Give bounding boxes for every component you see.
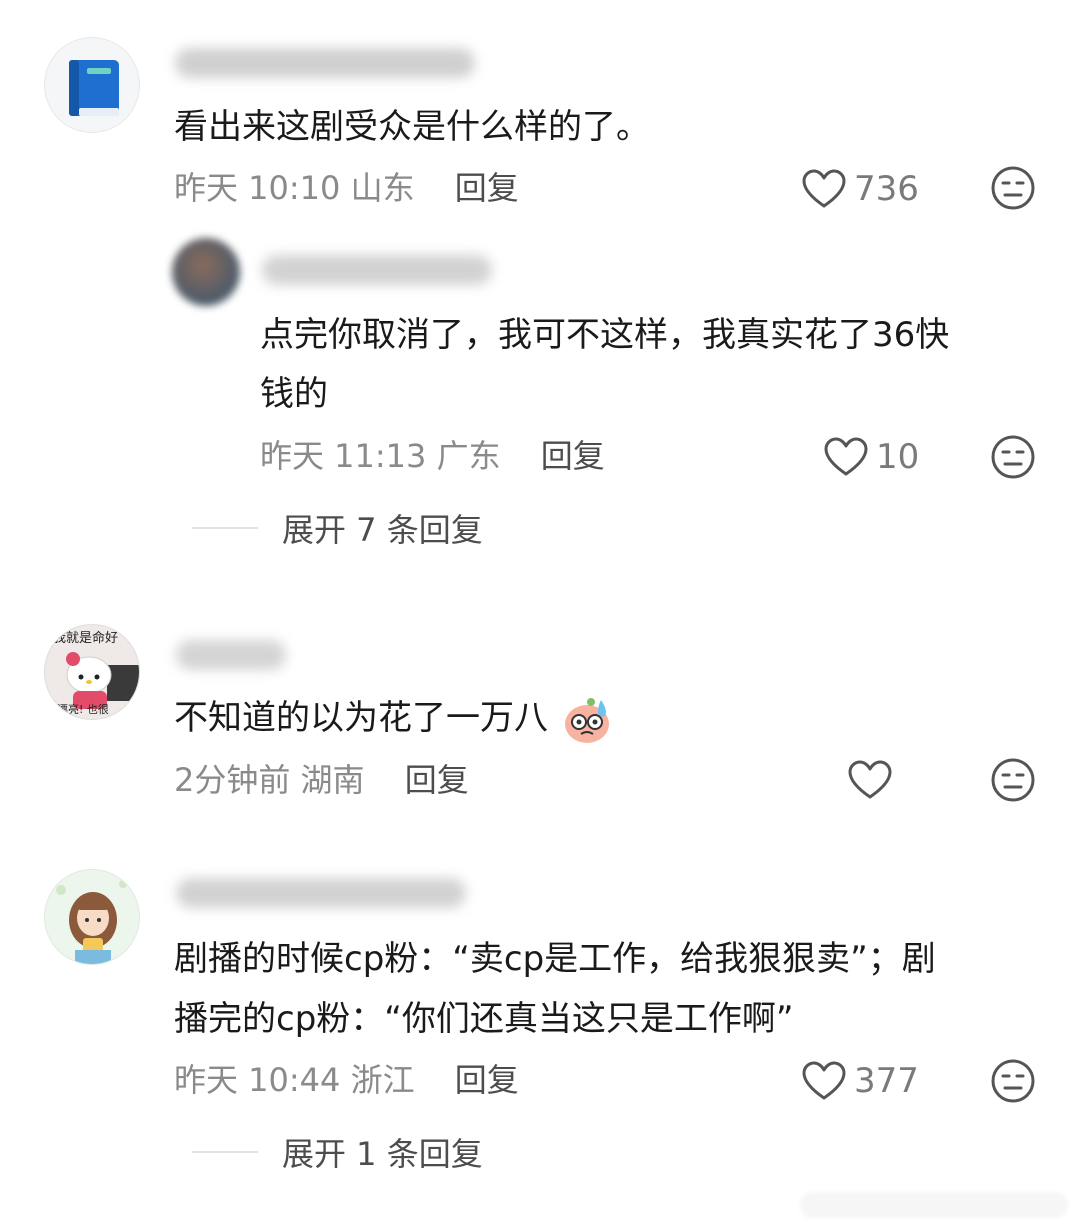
dislike-face-icon[interactable]: [990, 165, 1036, 211]
expand-replies-button[interactable]: 展开 7 条回复: [192, 508, 483, 549]
comment-location: 浙江: [350, 1061, 415, 1099]
dislike-face-icon[interactable]: [990, 757, 1036, 803]
watermark: [800, 1192, 1068, 1218]
reply-button[interactable]: 回复: [541, 437, 605, 475]
like-button[interactable]: 10: [824, 434, 919, 480]
like-button[interactable]: 736: [802, 166, 919, 212]
expand-replies-button[interactable]: 展开 1 条回复: [192, 1132, 483, 1173]
username-blurred[interactable]: [176, 640, 286, 670]
expand-label: 展开 1 条回复: [282, 1135, 483, 1173]
comment-text: 看出来这剧受众是什么样的了。: [174, 107, 650, 147]
reply-time: 昨天 11:13: [260, 437, 427, 475]
reply-avatar[interactable]: [172, 238, 240, 306]
divider: [192, 1151, 258, 1153]
dislike-face-icon[interactable]: [990, 1058, 1036, 1104]
girl-illustration-avatar-icon: [45, 870, 139, 964]
like-button[interactable]: [848, 757, 900, 803]
dislike-face-icon[interactable]: [990, 434, 1036, 480]
reply-meta: 昨天 11:13 广东 回复: [260, 436, 605, 476]
book-icon: [69, 60, 119, 116]
username-blurred[interactable]: [175, 48, 475, 78]
like-count: 377: [854, 1061, 919, 1101]
comment-text-line2: 播完的cp粉：“你们还真当这只是工作啊”: [174, 999, 794, 1039]
avatar[interactable]: [44, 37, 140, 133]
comment-time: 昨天 10:10: [174, 169, 341, 207]
avatar[interactable]: [44, 869, 140, 965]
reply-location: 广东: [436, 437, 501, 475]
heart-icon: [802, 1061, 846, 1100]
like-count: 736: [854, 169, 919, 209]
comment-meta: 2分钟前 湖南 回复: [174, 760, 469, 800]
comment-time: 昨天 10:44: [174, 1061, 341, 1099]
comment-meta: 昨天 10:44 浙江 回复: [174, 1060, 519, 1100]
reply-text-line1: 点完你取消了，我可不这样，我真实花了36快: [260, 315, 950, 355]
divider: [192, 527, 258, 529]
username-blurred[interactable]: [176, 878, 466, 908]
heart-icon: [848, 760, 892, 799]
reply-username-blurred[interactable]: [262, 255, 492, 285]
heart-icon: [802, 169, 846, 208]
like-count: 10: [876, 437, 920, 477]
comment-meta: 昨天 10:10 山东 回复: [174, 168, 519, 208]
reply-button[interactable]: 回复: [405, 761, 469, 799]
sweat-face-emoji-icon: [564, 697, 609, 743]
avatar-caption-bottom: 漂亮! 也很: [57, 703, 109, 716]
reply-button[interactable]: 回复: [455, 1061, 519, 1099]
comment-text: 不知道的以为花了一万八: [174, 688, 617, 748]
comment-text-line1: 剧播的时候cp粉：“卖cp是工作，给我狠狠卖”；剧: [174, 939, 936, 979]
reply-text-line2: 钱的: [260, 374, 328, 414]
comment-location: 山东: [350, 169, 415, 207]
heart-icon: [824, 437, 868, 476]
reply-button[interactable]: 回复: [455, 169, 519, 207]
expand-label: 展开 7 条回复: [282, 511, 483, 549]
avatar[interactable]: 我就是命好 漂亮! 也很: [44, 624, 140, 720]
like-button[interactable]: 377: [802, 1058, 919, 1104]
avatar-caption-top: 我就是命好: [53, 631, 119, 646]
comment-location: 湖南: [300, 761, 365, 799]
comment-time: 2分钟前: [174, 761, 291, 799]
